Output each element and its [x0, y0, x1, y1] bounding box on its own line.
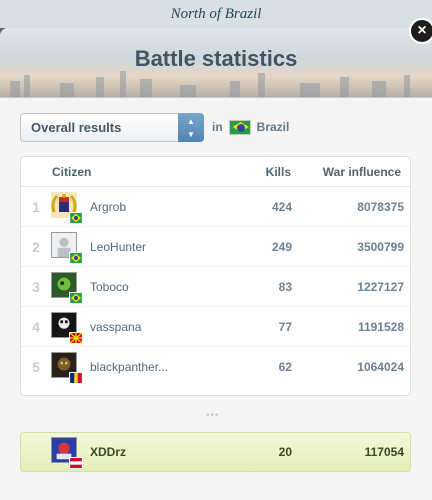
- romania-flag-icon: [69, 372, 83, 384]
- header-citizen: Citizen: [52, 164, 92, 179]
- rank-number: 1: [32, 198, 40, 215]
- brazil-flag-icon: [69, 211, 83, 224]
- brazil-flag-icon: [69, 291, 83, 304]
- table-header: Citizen Kills War influence: [21, 157, 410, 187]
- rank-number: 5: [32, 359, 40, 375]
- kills-value: 424: [271, 199, 292, 214]
- filter-row: Overall results ▲ ▼ in Brazil: [20, 112, 289, 142]
- citizen-name[interactable]: XDDrz: [90, 445, 230, 459]
- war-influence-value: 3500799: [357, 239, 404, 254]
- citizen-name[interactable]: LeoHunter: [90, 240, 230, 254]
- header-kills: Kills: [265, 164, 291, 179]
- table-row: 3 Toboco 83 1227127: [21, 267, 410, 307]
- avatar[interactable]: [51, 231, 83, 264]
- war-influence-value: 1227127: [357, 279, 404, 294]
- region-title: North of Brazil: [0, 0, 432, 28]
- results-dropdown-value: Overall results: [31, 119, 122, 135]
- header-war-influence: War influence: [322, 164, 401, 179]
- war-influence-value: 8078375: [357, 199, 404, 214]
- citizen-name[interactable]: Toboco: [90, 280, 230, 294]
- more-results-indicator: •••: [206, 410, 220, 421]
- avatar[interactable]: [51, 311, 83, 344]
- kills-value: 83: [278, 279, 292, 294]
- table-row: 5 blackpanther... 62 1064024: [21, 347, 410, 387]
- war-influence-value: 1191528: [357, 319, 404, 334]
- unknown-flag-icon: [69, 457, 83, 469]
- avatar[interactable]: [51, 352, 83, 384]
- kills-value: 77: [278, 319, 292, 334]
- war-influence-value: 117054: [364, 445, 404, 459]
- country-label: Brazil: [256, 120, 290, 134]
- modal-banner: Battle statistics: [0, 28, 432, 98]
- avatar[interactable]: [51, 437, 83, 469]
- close-button[interactable]: ×: [409, 18, 432, 44]
- kills-value: 62: [278, 360, 292, 374]
- north-macedonia-flag-icon: [69, 331, 83, 344]
- brazil-flag-icon: [228, 119, 251, 135]
- in-label: in: [212, 120, 223, 134]
- table-row: 1 Argrob 424 8078375: [21, 187, 410, 227]
- kills-value: 20: [278, 445, 292, 459]
- citizen-name[interactable]: Argrob: [90, 200, 230, 214]
- current-user-row: XDDrz 20 117054: [20, 432, 411, 472]
- rank-number: 2: [32, 238, 40, 255]
- results-dropdown[interactable]: Overall results ▲ ▼: [20, 112, 204, 142]
- citizen-name[interactable]: blackpanther...: [90, 360, 230, 374]
- battle-statistics-modal: Battle statistics Overall results ▲ ▼ in …: [0, 28, 432, 500]
- rank-number: 3: [32, 278, 40, 295]
- modal-title: Battle statistics: [134, 46, 298, 71]
- table-row: 2 LeoHunter 249 3500799: [21, 227, 410, 267]
- stats-table: Citizen Kills War influence 1 Argrob 424: [20, 156, 411, 396]
- chevron-updown-icon[interactable]: ▲ ▼: [178, 112, 204, 142]
- brazil-flag-icon: [69, 251, 83, 264]
- table-row: 4 vasspana 77 1191528: [21, 307, 410, 347]
- kills-value: 249: [271, 239, 292, 254]
- rank-number: 4: [32, 318, 40, 335]
- war-influence-value: 1064024: [357, 360, 404, 374]
- avatar[interactable]: [51, 191, 83, 224]
- avatar[interactable]: [51, 271, 83, 304]
- citizen-name[interactable]: vasspana: [90, 320, 230, 334]
